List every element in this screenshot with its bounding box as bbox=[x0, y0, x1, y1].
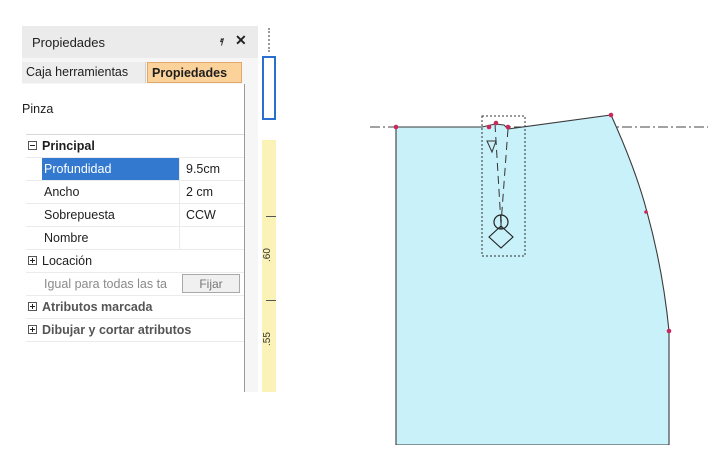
tab-propiedades[interactable]: Propiedades bbox=[147, 62, 242, 83]
category-locacion[interactable]: Locación bbox=[26, 250, 244, 273]
category-label: Principal bbox=[42, 139, 95, 153]
property-name[interactable]: Profundidad bbox=[42, 158, 180, 180]
expand-icon[interactable] bbox=[28, 302, 37, 311]
property-row-igual[interactable]: Igual para todas las ta Fijar bbox=[26, 273, 244, 296]
collapse-icon[interactable] bbox=[28, 141, 37, 150]
category-label: Dibujar y cortar atributos bbox=[42, 323, 192, 337]
property-value[interactable]: CCW bbox=[186, 204, 216, 226]
control-point[interactable] bbox=[608, 112, 614, 118]
control-point[interactable] bbox=[666, 328, 672, 334]
control-point[interactable] bbox=[644, 210, 648, 214]
property-row-sobrepuesta[interactable]: Sobrepuesta CCW bbox=[26, 204, 244, 227]
control-point[interactable] bbox=[486, 124, 492, 130]
property-grid: Principal Profundidad 9.5cm Ancho 2 cm S… bbox=[26, 134, 244, 342]
property-row-profundidad[interactable]: Profundidad 9.5cm bbox=[26, 158, 244, 181]
pin-icon[interactable]: 𝄿 bbox=[220, 33, 224, 49]
property-row-nombre[interactable]: Nombre bbox=[26, 227, 244, 250]
property-name[interactable]: Nombre bbox=[42, 227, 180, 249]
splitter-grip[interactable] bbox=[268, 28, 272, 52]
property-name[interactable]: Sobrepuesta bbox=[42, 204, 180, 226]
close-icon[interactable]: ✕ bbox=[235, 32, 247, 49]
property-name[interactable]: Ancho bbox=[42, 181, 180, 203]
ruler-label: .60 bbox=[262, 248, 273, 262]
property-content: Pinza Principal Profundidad 9.5cm Ancho … bbox=[22, 84, 245, 392]
category-dibujar-cortar[interactable]: Dibujar y cortar atributos bbox=[26, 319, 244, 342]
category-atributos-marcada[interactable]: Atributos marcada bbox=[26, 296, 244, 319]
ruler-tick bbox=[266, 216, 276, 217]
ruler-top-box bbox=[262, 56, 276, 120]
fix-button[interactable]: Fijar bbox=[182, 274, 240, 293]
tab-caja-herramientas[interactable]: Caja herramientas bbox=[22, 62, 146, 83]
panel-header: Propiedades 𝄿 ✕ bbox=[22, 26, 258, 58]
screen: Propiedades 𝄿 ✕ Caja herramientas Propie… bbox=[0, 0, 721, 464]
expand-icon[interactable] bbox=[28, 325, 37, 334]
ruler-label: .55 bbox=[262, 332, 273, 346]
panel-title: Propiedades bbox=[32, 35, 105, 50]
category-label: Atributos marcada bbox=[42, 300, 153, 314]
expand-icon[interactable] bbox=[28, 256, 37, 265]
panel-tabs: Caja herramientas Propiedades bbox=[22, 62, 258, 84]
property-value[interactable]: 2 cm bbox=[186, 181, 213, 203]
ruler-tick bbox=[266, 300, 276, 301]
category-label: Locación bbox=[42, 254, 93, 268]
control-point[interactable] bbox=[505, 124, 511, 130]
control-point[interactable] bbox=[493, 120, 499, 126]
property-row-ancho[interactable]: Ancho 2 cm bbox=[26, 181, 244, 204]
property-value[interactable]: 9.5cm bbox=[186, 158, 220, 180]
pattern-piece[interactable] bbox=[395, 114, 670, 445]
pattern-canvas[interactable] bbox=[370, 100, 710, 445]
property-name: Igual para todas las ta bbox=[44, 277, 167, 291]
vertical-ruler bbox=[262, 140, 276, 392]
category-principal[interactable]: Principal bbox=[26, 135, 244, 158]
selected-object-name: Pinza bbox=[22, 102, 54, 116]
control-point[interactable] bbox=[393, 124, 399, 130]
properties-panel: Propiedades 𝄿 ✕ Caja herramientas Propie… bbox=[22, 26, 258, 392]
